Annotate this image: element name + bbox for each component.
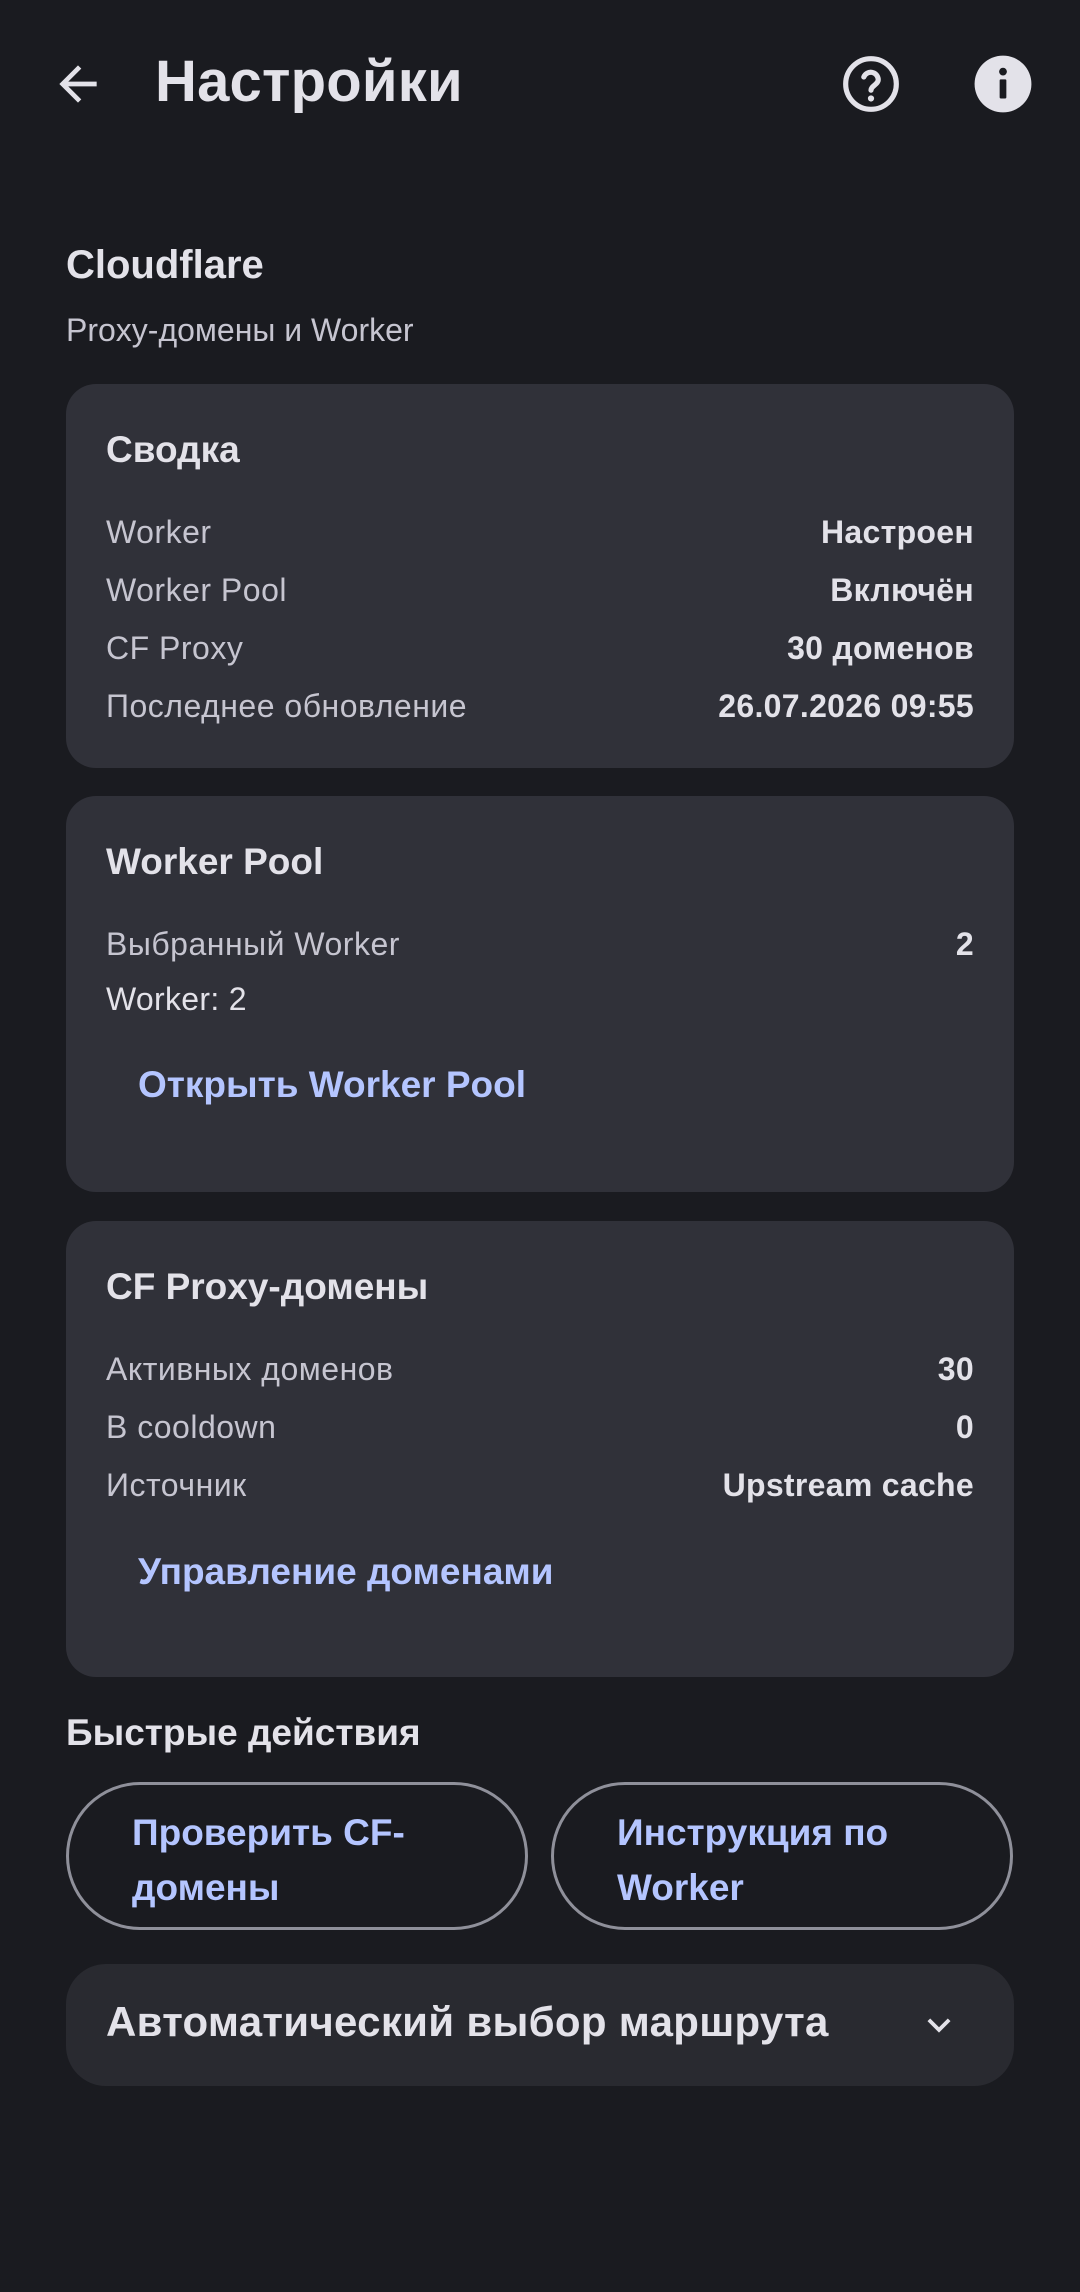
row-label: Выбранный Worker	[106, 926, 400, 962]
summary-row-worker: Worker Настроен	[106, 514, 974, 558]
summary-row-worker-pool: Worker Pool Включён	[106, 572, 974, 616]
summary-row-last-update: Последнее обновление 26.07.2026 09:55	[106, 688, 974, 732]
row-label: В cooldown	[106, 1409, 277, 1445]
info-icon	[974, 55, 1032, 113]
row-value: Включён	[830, 572, 974, 608]
worker-pool-card: Worker Pool Выбранный Worker 2 Worker: 2…	[66, 796, 1014, 1192]
check-cf-domains-button[interactable]: Проверить CF-домены	[66, 1782, 528, 1930]
button-label: Проверить CF-домены	[132, 1812, 405, 1908]
manage-domains-button[interactable]: Управление доменами	[138, 1541, 554, 1603]
top-app-bar: Настройки	[0, 0, 1080, 170]
quick-actions-title: Быстрые действия	[66, 1712, 421, 1753]
open-worker-pool-button[interactable]: Открыть Worker Pool	[138, 1054, 526, 1116]
button-label: Инструкция по Worker	[617, 1812, 889, 1908]
selected-worker-row: Выбранный Worker 2	[106, 926, 974, 970]
section-subtitle: Proxy-домены и Worker	[66, 312, 414, 348]
help-button[interactable]	[823, 36, 919, 132]
row-value: 30 доменов	[787, 630, 974, 666]
summary-card: Сводка Worker Настроен Worker Pool Включ…	[66, 384, 1014, 768]
help-circle-icon	[843, 56, 899, 112]
row-label: CF Proxy	[106, 630, 244, 666]
row-value: 30	[937, 1351, 974, 1387]
row-value: 26.07.2026 09:55	[718, 688, 974, 724]
cf-proxy-card-title: CF Proxy-домены	[106, 1266, 429, 1307]
info-button[interactable]	[955, 36, 1051, 132]
chevron-down-icon	[914, 2000, 964, 2050]
auto-route-expander[interactable]: Автоматический выбор маршрута	[66, 1964, 1014, 2086]
summary-row-cf-proxy: CF Proxy 30 доменов	[106, 630, 974, 674]
auto-route-title: Автоматический выбор маршрута	[106, 1998, 829, 2045]
worker-count-line: Worker: 2	[106, 981, 247, 1017]
row-value: 0	[955, 1409, 974, 1445]
section-title: Cloudflare	[66, 243, 264, 287]
source-row: Источник Upstream cache	[106, 1467, 974, 1511]
cooldown-row: В cooldown 0	[106, 1409, 974, 1453]
row-value: 2	[955, 926, 974, 962]
cf-proxy-card: CF Proxy-домены Активных доменов 30 В co…	[66, 1221, 1014, 1677]
row-label: Worker	[106, 514, 212, 550]
row-label: Последнее обновление	[106, 688, 468, 724]
row-label: Активных доменов	[106, 1351, 394, 1387]
worker-pool-card-title: Worker Pool	[106, 841, 324, 882]
row-value: Upstream cache	[722, 1467, 974, 1503]
row-label: Worker Pool	[106, 572, 287, 608]
arrow-back-icon	[59, 65, 97, 103]
worker-guide-button[interactable]: Инструкция по Worker	[551, 1782, 1013, 1930]
summary-card-title: Сводка	[106, 429, 240, 470]
active-domains-row: Активных доменов 30	[106, 1351, 974, 1395]
page-title: Настройки	[155, 49, 463, 114]
row-value: Настроен	[821, 514, 974, 550]
back-button[interactable]	[30, 36, 126, 132]
row-label: Источник	[106, 1467, 247, 1503]
